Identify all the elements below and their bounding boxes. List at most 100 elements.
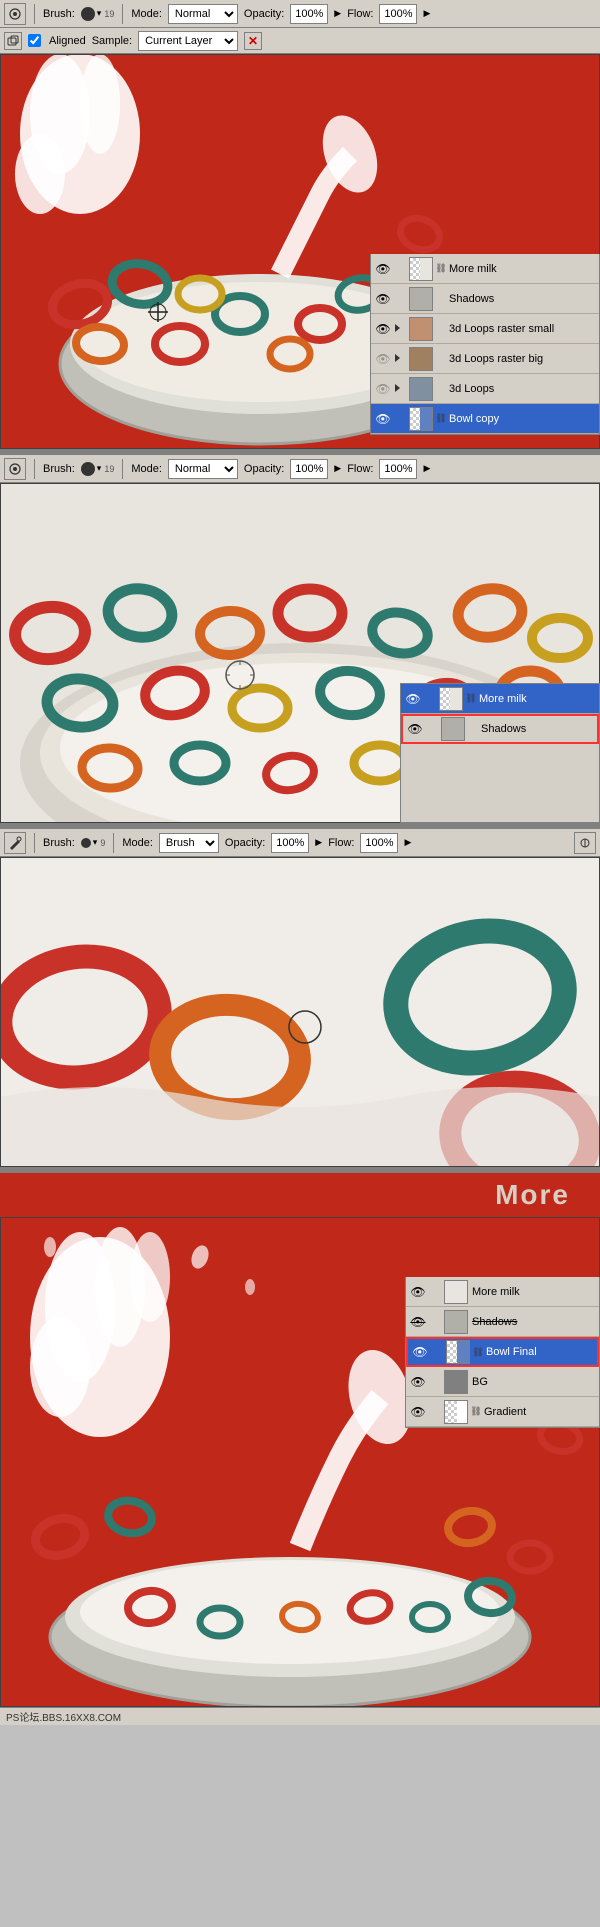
layer-row-3d-small[interactable]: 👁 3d Loops raster small <box>371 314 599 344</box>
layer-eye-3-more-milk[interactable]: 👁 <box>410 1284 426 1300</box>
layer-eye-2-shadows[interactable]: 👁 <box>407 721 423 737</box>
layer-name-3-gradient: Gradient <box>484 1406 595 1418</box>
canvas-section4: 👁 More milk 👁 Shadows 👁 ⛓ Bowl Final <box>0 1217 600 1707</box>
more-text: More <box>495 1179 570 1211</box>
layer-eye-3d-big[interactable]: 👁 <box>375 351 391 367</box>
layer-row-3-shadows[interactable]: 👁 Shadows <box>406 1307 599 1337</box>
layer-row-3-gradient[interactable]: 👁 ⛓ Gradient <box>406 1397 599 1427</box>
layer-eye-more-milk[interactable]: 👁 <box>375 261 391 277</box>
flow-arrow-3[interactable]: ▶ <box>404 837 411 848</box>
layer-eye-3-gradient[interactable]: 👁 <box>410 1404 426 1420</box>
layer-thumb-3-bg <box>444 1370 468 1394</box>
cancel-button-small[interactable]: ✕ <box>244 32 262 50</box>
layer-row-bowl-copy[interactable]: 👁 ⛓ Bowl copy <box>371 404 599 434</box>
layer-thumb-shadows <box>409 287 433 311</box>
extra-tool-button[interactable] <box>574 832 596 854</box>
toolbar-section1-options: Aligned Sample: Current Layer ✕ <box>0 28 600 54</box>
layer-eye-2-more-milk[interactable]: 👁 <box>405 691 421 707</box>
clone-source-icon[interactable] <box>4 32 22 50</box>
healing-brush-tool[interactable] <box>4 832 26 854</box>
aligned-checkbox[interactable] <box>28 34 41 47</box>
opacity-label-2: Opacity: <box>244 463 284 475</box>
brush-dropdown-arrow[interactable]: ▾ <box>97 8 102 19</box>
flow-arrow-2[interactable]: ▶ <box>423 463 430 474</box>
flow-input[interactable] <box>379 4 417 24</box>
flow-input-2[interactable] <box>379 459 417 479</box>
layer-eye-3-bowl-final[interactable]: 👁 <box>412 1344 428 1360</box>
layer-link-3-gradient: ⛓ <box>472 1400 480 1424</box>
brush-preview <box>81 7 95 21</box>
layer-arrow-3d-big[interactable] <box>395 354 405 364</box>
layer-thumb-more-milk <box>409 257 433 281</box>
layer-row-2-shadows[interactable]: 👁 Shadows <box>401 714 599 744</box>
mode-label-2: Mode: <box>131 463 162 475</box>
toolbar-section1-top: Brush: ▾ 19 Mode: Normal Opacity: ▶ Flow… <box>0 0 600 28</box>
sample-label: Sample: <box>92 35 132 47</box>
flow-input-3[interactable] <box>360 833 398 853</box>
canvas-section2: 👁 ⛓ More milk 👁 Shadows <box>0 483 600 823</box>
toolbar-section3-top: Brush: ▾ 9 Mode: Brush Opacity: ▶ Flow: … <box>0 829 600 857</box>
brush-size-control-2[interactable]: ▾ 19 <box>81 462 115 476</box>
watermark-text: PS论坛.BBS.16XX8.COM <box>6 1709 121 1724</box>
opacity-input-3[interactable] <box>271 833 309 853</box>
separator-3 <box>34 459 35 479</box>
opacity-label: Opacity: <box>244 8 284 20</box>
clone-stamp-tool[interactable] <box>4 3 26 25</box>
canvas-section3 <box>0 857 600 1167</box>
brush-size-value-2: 19 <box>104 464 114 474</box>
flow-arrow[interactable]: ▶ <box>423 8 430 19</box>
opacity-arrow-3[interactable]: ▶ <box>315 837 322 848</box>
separator-6 <box>113 833 114 853</box>
brush-dropdown-arrow-2[interactable]: ▾ <box>97 463 102 474</box>
bottom-bar: PS论坛.BBS.16XX8.COM <box>0 1707 600 1725</box>
opacity-arrow[interactable]: ▶ <box>334 8 341 19</box>
brush-size-control[interactable]: ▾ 19 <box>81 7 115 21</box>
layer-eye-3d-loops[interactable]: 👁 <box>375 381 391 397</box>
layer-eye-3d-small[interactable]: 👁 <box>375 321 391 337</box>
layer-eye-3-shadows[interactable]: 👁 <box>410 1314 426 1330</box>
opacity-arrow-2[interactable]: ▶ <box>334 463 341 474</box>
mode-label: Mode: <box>131 8 162 20</box>
mode-select[interactable]: Normal <box>168 4 238 24</box>
layer-row-more-milk[interactable]: 👁 ⛓ More milk <box>371 254 599 284</box>
mode-select-3[interactable]: Brush <box>159 833 219 853</box>
flow-label: Flow: <box>347 8 373 20</box>
layer-row-3-bg[interactable]: 👁 BG <box>406 1367 599 1397</box>
separator <box>34 4 35 24</box>
layer-name-3d-big: 3d Loops raster big <box>449 353 595 365</box>
layer-row-shadows[interactable]: 👁 Shadows <box>371 284 599 314</box>
layer-row-2-more-milk[interactable]: 👁 ⛓ More milk <box>401 684 599 714</box>
layer-arrow-3d-loops[interactable] <box>395 384 405 394</box>
separator-5 <box>34 833 35 853</box>
layer-row-3d-loops[interactable]: 👁 3d Loops <box>371 374 599 404</box>
layer-row-3-more-milk[interactable]: 👁 More milk <box>406 1277 599 1307</box>
layer-name-3d-small: 3d Loops raster small <box>449 323 595 335</box>
layer-eye-shadows[interactable]: 👁 <box>375 291 391 307</box>
layer-row-3d-big[interactable]: 👁 3d Loops raster big <box>371 344 599 374</box>
layer-eye-bowl-copy[interactable]: 👁 <box>375 411 391 427</box>
brush-dropdown-arrow-3[interactable]: ▾ <box>93 837 98 848</box>
layer-name-2-shadows: Shadows <box>481 723 593 735</box>
layer-eye-3-bg[interactable]: 👁 <box>410 1374 426 1390</box>
opacity-input-2[interactable] <box>290 459 328 479</box>
clone-stamp-tool-2[interactable] <box>4 458 26 480</box>
layer-name-3-more-milk: More milk <box>472 1286 595 1298</box>
layer-row-3-bowl-final[interactable]: 👁 ⛓ Bowl Final <box>406 1337 599 1367</box>
sample-select[interactable]: Current Layer <box>138 31 238 51</box>
layer-name-3-bowl-final: Bowl Final <box>486 1346 593 1358</box>
separator-4 <box>122 459 123 479</box>
layer-link-3d-big <box>437 347 445 371</box>
mode-select-2[interactable]: Normal <box>168 459 238 479</box>
layers-panel-3: 👁 More milk 👁 Shadows 👁 ⛓ Bowl Final <box>405 1277 600 1428</box>
layer-arrow-3d-small[interactable] <box>395 324 405 334</box>
toolbar-section2-top: Brush: ▾ 19 Mode: Normal Opacity: ▶ Flow… <box>0 455 600 483</box>
layer-link-shadows <box>437 287 445 311</box>
brush-size-control-3[interactable]: ▾ 9 <box>81 837 106 848</box>
brush-size-value: 19 <box>104 9 114 19</box>
opacity-input[interactable] <box>290 4 328 24</box>
layer-thumb-3d-loops <box>409 377 433 401</box>
layer-thumb-2-more-milk <box>439 687 463 711</box>
layer-name-3-shadows: Shadows <box>472 1316 595 1328</box>
flow-label-3: Flow: <box>328 837 354 849</box>
layer-thumb-3-gradient <box>444 1400 468 1424</box>
